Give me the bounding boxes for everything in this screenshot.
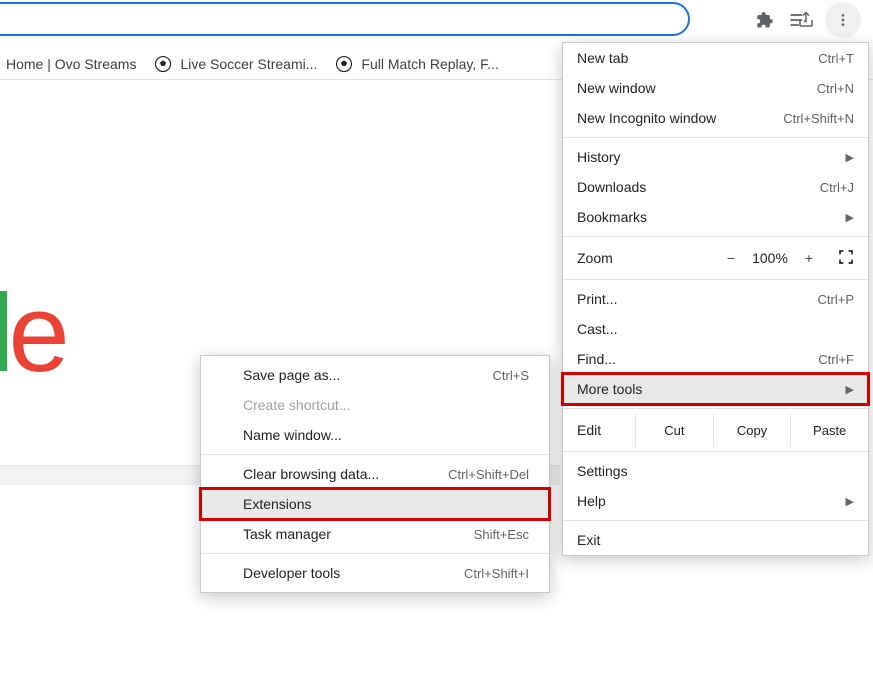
- menu-downloads[interactable]: Downloads Ctrl+J: [563, 172, 868, 202]
- bookmark-label: Home | Ovo Streams: [6, 56, 136, 72]
- edit-copy[interactable]: Copy: [713, 413, 791, 447]
- submenu-clear-data[interactable]: Clear browsing data... Ctrl+Shift+Del: [201, 459, 549, 489]
- edit-paste[interactable]: Paste: [790, 413, 868, 447]
- zoom-in-button[interactable]: +: [794, 250, 824, 266]
- submenu-name-window[interactable]: Name window...: [201, 420, 549, 450]
- menu-separator: [563, 137, 868, 138]
- submenu-task-manager[interactable]: Task manager Shift+Esc: [201, 519, 549, 549]
- menu-find[interactable]: Find... Ctrl+F: [563, 344, 868, 374]
- submenu-save-page[interactable]: Save page as... Ctrl+S: [201, 360, 549, 390]
- menu-help[interactable]: Help ▶: [563, 486, 868, 516]
- menu-settings[interactable]: Settings: [563, 456, 868, 486]
- fullscreen-icon[interactable]: [838, 249, 854, 268]
- edit-cut[interactable]: Cut: [635, 413, 713, 447]
- menu-new-window[interactable]: New window Ctrl+N: [563, 73, 868, 103]
- bookmark-label: Live Soccer Streami...: [180, 56, 317, 72]
- menu-history[interactable]: History ▶: [563, 142, 868, 172]
- submenu-create-shortcut: Create shortcut...: [201, 390, 549, 420]
- menu-print[interactable]: Print... Ctrl+P: [563, 284, 868, 314]
- menu-new-tab[interactable]: New tab Ctrl+T: [563, 43, 868, 73]
- soccer-icon: [154, 55, 172, 73]
- bookmark-item[interactable]: Full Match Replay, F...: [335, 55, 498, 73]
- menu-exit[interactable]: Exit: [563, 525, 868, 555]
- zoom-out-button[interactable]: −: [716, 250, 746, 266]
- menu-cast[interactable]: Cast...: [563, 314, 868, 344]
- submenu-extensions[interactable]: Extensions: [201, 489, 549, 519]
- chevron-right-icon: ▶: [846, 211, 854, 224]
- menu-separator: [563, 520, 868, 521]
- menu-edit: Edit Cut Copy Paste: [563, 413, 868, 447]
- menu-zoom: Zoom − 100% +: [563, 241, 868, 275]
- submenu-developer-tools[interactable]: Developer tools Ctrl+Shift+I: [201, 558, 549, 588]
- bookmark-label: Full Match Replay, F...: [361, 56, 498, 72]
- bookmark-item[interactable]: Live Soccer Streami...: [154, 55, 317, 73]
- menu-bookmarks[interactable]: Bookmarks ▶: [563, 202, 868, 232]
- menu-separator: [563, 451, 868, 452]
- menu-more-tools[interactable]: More tools ▶: [563, 374, 868, 404]
- menu-separator: [563, 279, 868, 280]
- menu-separator: [201, 454, 549, 455]
- chrome-menu: New tab Ctrl+T New window Ctrl+N New Inc…: [562, 42, 869, 556]
- extensions-puzzle-icon[interactable]: [747, 3, 781, 37]
- chevron-right-icon: ▶: [846, 151, 854, 164]
- google-logo-fragment: le: [0, 270, 64, 397]
- chevron-right-icon: ▶: [846, 495, 854, 508]
- menu-separator: [563, 408, 868, 409]
- reading-list-icon[interactable]: [781, 3, 815, 37]
- chevron-right-icon: ▶: [846, 383, 854, 396]
- soccer-icon: [335, 55, 353, 73]
- menu-separator: [201, 553, 549, 554]
- zoom-level: 100%: [746, 250, 794, 266]
- more-tools-submenu: Save page as... Ctrl+S Create shortcut..…: [200, 355, 550, 593]
- menu-separator: [563, 236, 868, 237]
- omnibox[interactable]: [0, 2, 690, 36]
- more-menu-button[interactable]: [825, 2, 861, 38]
- menu-incognito[interactable]: New Incognito window Ctrl+Shift+N: [563, 103, 868, 133]
- bookmark-item[interactable]: Home | Ovo Streams: [6, 56, 136, 72]
